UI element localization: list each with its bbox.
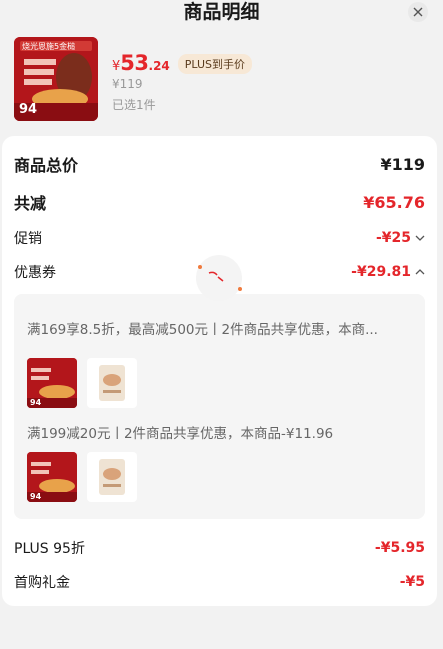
coupon-rule-1: 满169享8.5折，最高减500元丨2件商品共享优惠，本商...: [27, 322, 378, 338]
coupon-product-thumb: [87, 358, 137, 408]
plus-price-badge: PLUS到手价: [177, 54, 253, 74]
thumb-number: 94: [19, 102, 38, 117]
page-title: 商品明细: [183, 1, 260, 23]
price-detail-card: 商品总价 ¥119 共减 ¥65.76 促销 -¥25 优惠券 -¥29.81 …: [2, 136, 437, 606]
coupon-product-thumb: 94: [27, 452, 77, 502]
total-discount-value: ¥65.76: [363, 192, 425, 212]
first-purchase-gift-value: -¥5: [399, 574, 425, 590]
close-icon: [413, 7, 423, 17]
plus-discount-row: PLUS 95折 -¥5.95: [14, 538, 425, 558]
total-discount-row: 共减 ¥65.76: [14, 190, 425, 214]
coupon-thumb-number: 94: [30, 398, 42, 407]
plus-discount-label: PLUS 95折: [14, 541, 85, 557]
coupon-rule-2: 满199减20元丨2件商品共享优惠，本商品-¥11.96: [27, 426, 334, 442]
plus-discount-value: -¥5.95: [374, 540, 425, 556]
coupon-label: 优惠券: [14, 265, 56, 281]
chevron-up-icon: [415, 269, 425, 275]
total-price-label: 商品总价: [14, 156, 79, 175]
selected-quantity: 已选1件: [112, 98, 156, 112]
chevron-down-icon: [415, 235, 425, 241]
coupon-detail-panel: 满169享8.5折，最高减500元丨2件商品共享优惠，本商... 94 满199…: [14, 294, 425, 519]
close-button[interactable]: [408, 2, 428, 22]
price-integer: 53: [120, 51, 149, 75]
coupon-product-thumb: 94: [27, 358, 77, 408]
currency-symbol: ¥: [112, 59, 121, 74]
first-purchase-gift-label: 首购礼金: [14, 575, 70, 591]
total-price-value: ¥119: [380, 154, 425, 174]
original-price: ¥119: [112, 77, 143, 91]
coupon-thumb-number: 94: [30, 492, 42, 501]
promotion-value: -¥25: [375, 230, 411, 246]
product-thumbnail[interactable]: 烧光恩施5金槌 94: [14, 37, 98, 121]
coupon-product-thumb: [87, 452, 137, 502]
total-price-row: 商品总价 ¥119: [14, 152, 425, 176]
promotion-label: 促销: [14, 231, 42, 247]
loading-spinner: [196, 255, 242, 301]
total-discount-label: 共减: [14, 194, 47, 213]
promotion-row[interactable]: 促销 -¥25: [14, 228, 425, 248]
first-purchase-gift-row: 首购礼金 -¥5: [14, 572, 425, 592]
loading-icon: [208, 271, 224, 282]
thumb-banner: 烧光恩施5金槌: [22, 42, 76, 51]
coupon-value: -¥29.81: [351, 264, 411, 280]
price-decimal: .24: [148, 59, 170, 73]
price-row: ¥ 53 .24 PLUS到手价: [112, 51, 253, 76]
